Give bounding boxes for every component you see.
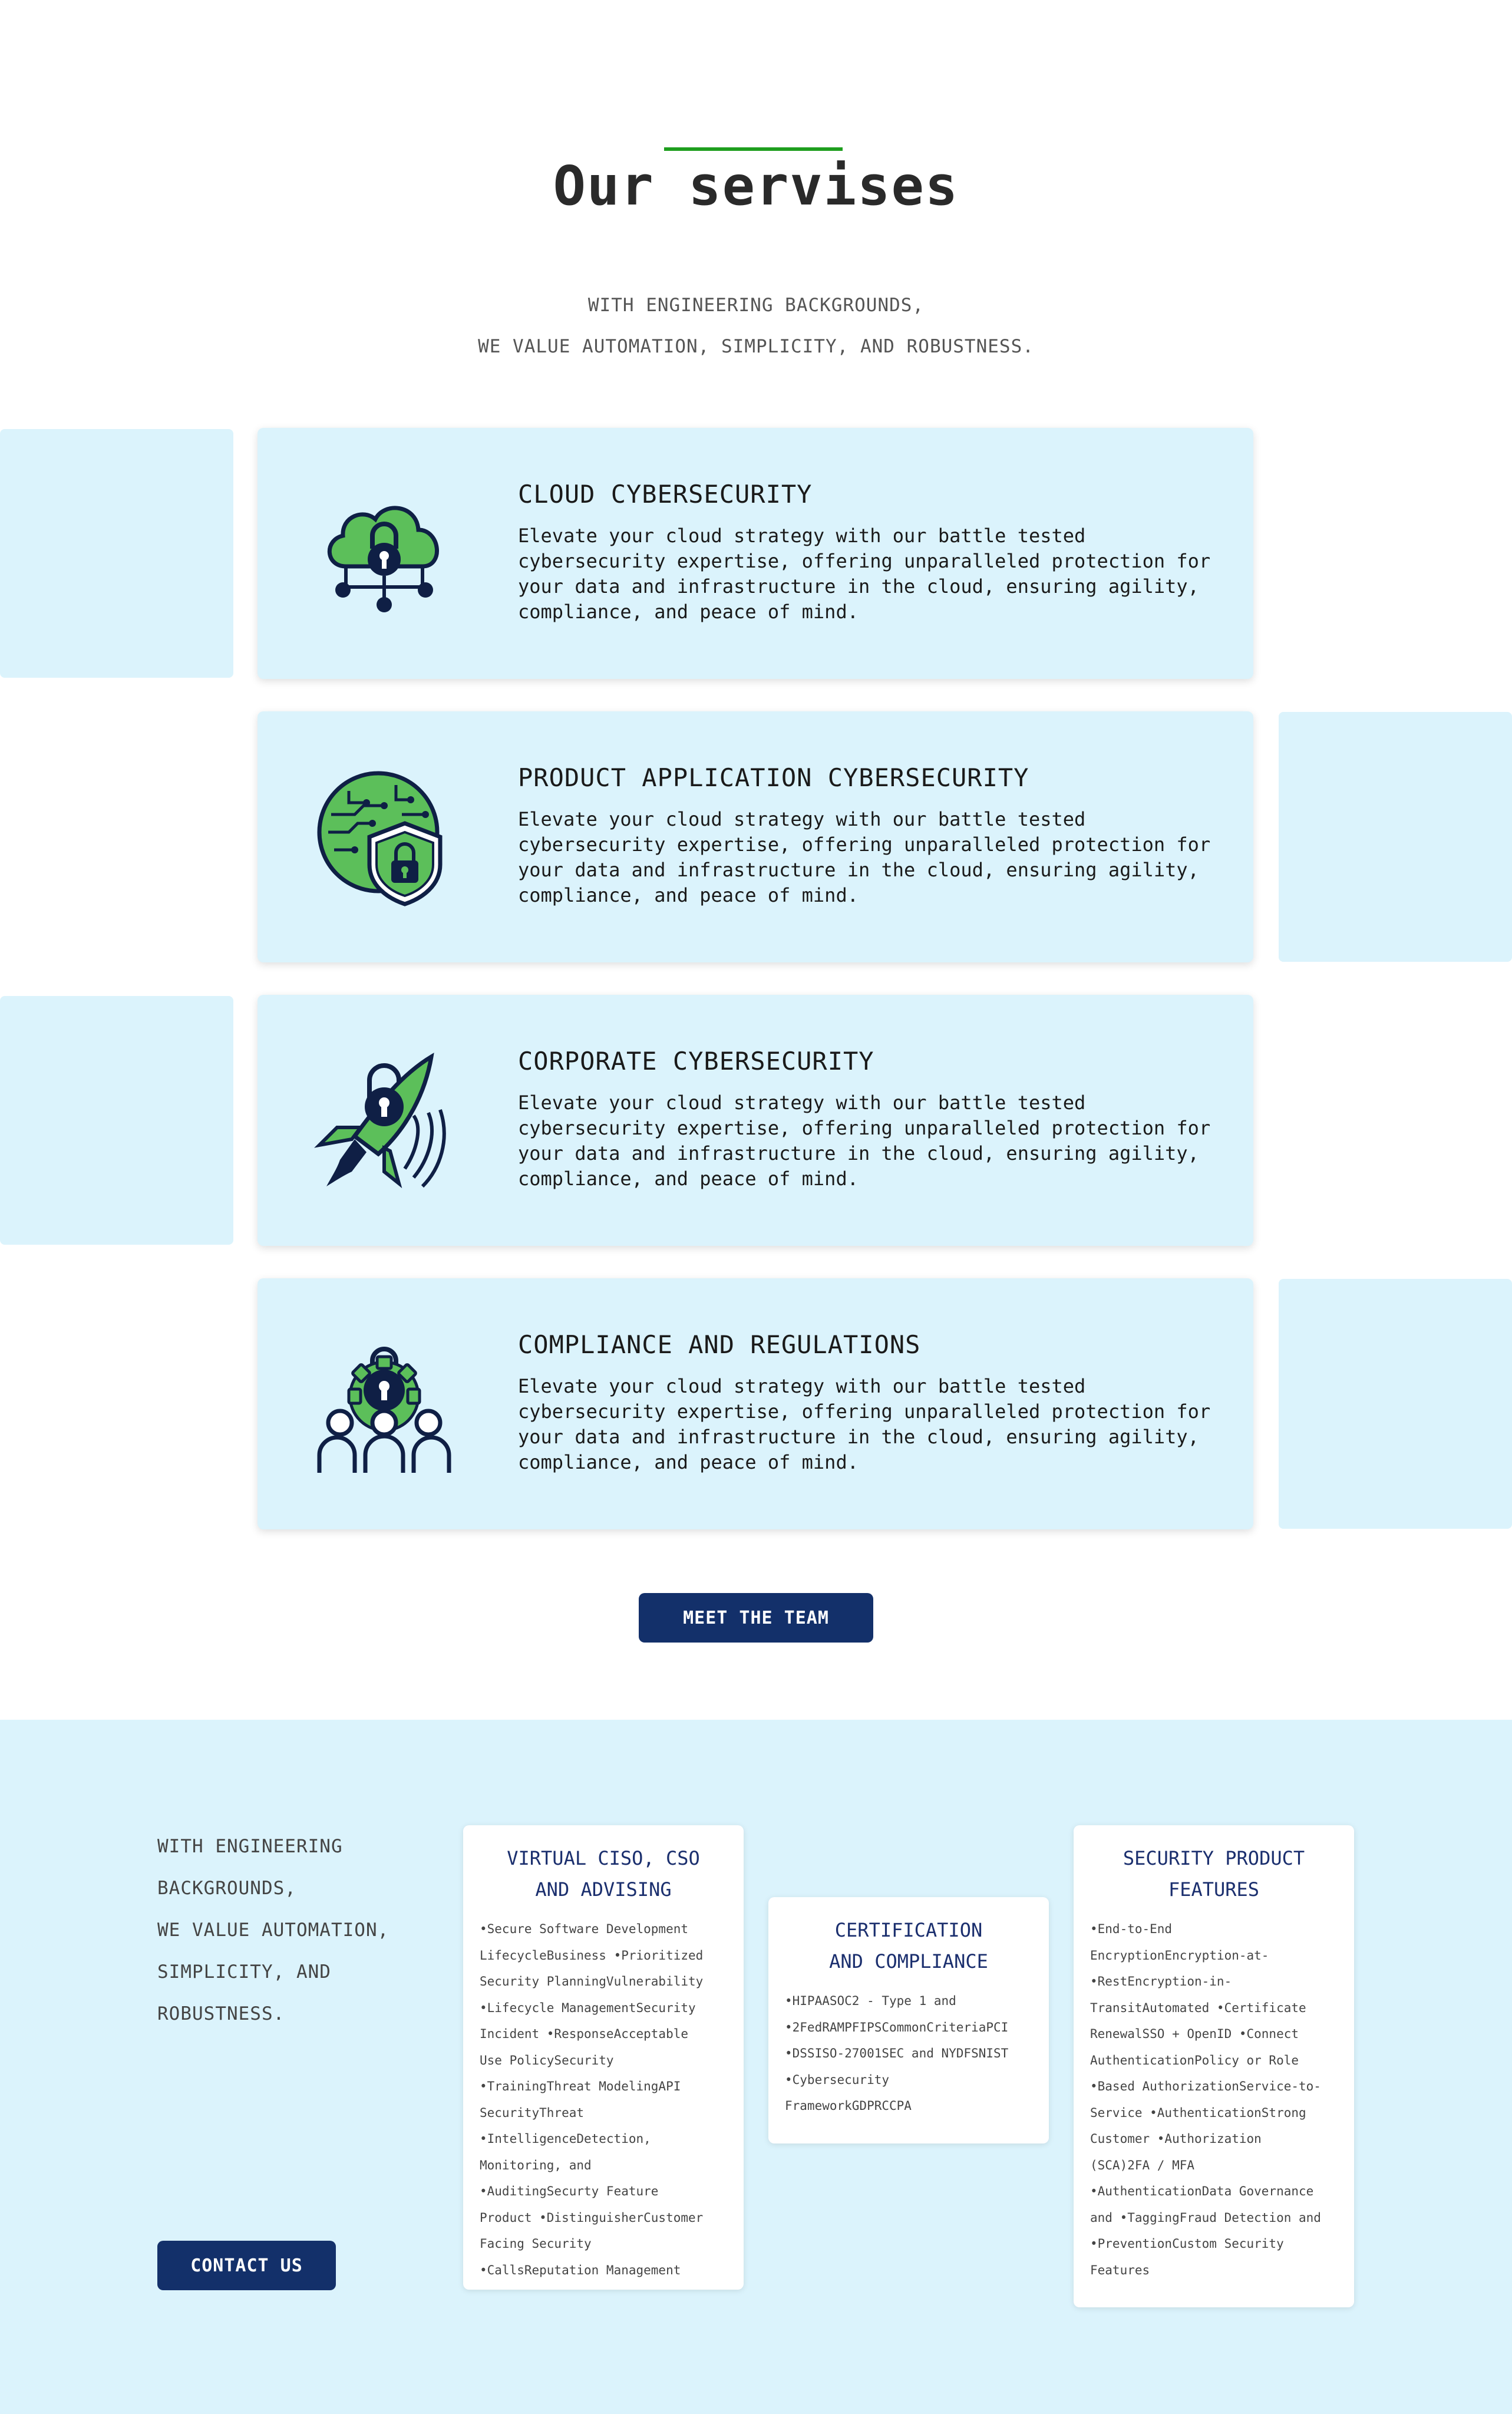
decor-block-left-1 — [0, 429, 233, 678]
service-title: CORPORATE CYBERSECURITY — [518, 1047, 874, 1076]
service-card-compliance: COMPLIANCE AND REGULATIONS Elevate your … — [257, 1278, 1253, 1529]
decor-block-right-2 — [1279, 1279, 1512, 1529]
footer-card-item: •End-to-End — [1090, 1922, 1173, 1936]
footer-card-title-line: VIRTUAL CISO, CSO — [507, 1847, 700, 1869]
footer-card-item: Facing Security — [480, 2237, 592, 2251]
service-title: CLOUD CYBERSECURITY — [518, 480, 813, 509]
footer-card-list: •HIPAASOC2 - Type 1 and •2FedRAMPFIPSComm… — [785, 1988, 1032, 2119]
footer-tagline-line: WE VALUE AUTOMATION, — [157, 1920, 389, 1941]
footer-card-item: LifecycleBusiness •Prioritized — [480, 1948, 704, 1963]
footer-tagline-line: ROBUSTNESS. — [157, 2003, 285, 2024]
footer-card-item: Product •DistinguisherCustomer — [480, 2210, 704, 2225]
footer-card-item: AuthenticationPolicy or Role — [1090, 2053, 1299, 2067]
footer-card-item: •AuditingSecurty Feature — [480, 2184, 659, 2198]
footer-card-title-line: CERTIFICATION — [834, 1919, 983, 1941]
footer-card-title-line: AND ADVISING — [535, 1878, 672, 1901]
footer-card-item: (SCA)2FA / MFA — [1090, 2158, 1195, 2172]
footer-card-item: Incident •ResponseAcceptable — [480, 2027, 689, 2041]
footer-card-item: •Lifecycle ManagementSecurity — [480, 2000, 696, 2015]
footer-card-title: SECURITY PRODUCT FEATURES — [1090, 1843, 1338, 1905]
footer-card-item: •CallsReputation Management — [480, 2263, 681, 2277]
footer-card-item: •Based AuthorizationService-to- — [1090, 2079, 1321, 2093]
footer-card-item: FrameworkGDPRCCPA — [785, 2099, 912, 2113]
service-description: Elevate your cloud strategy with our bat… — [518, 1375, 1211, 1473]
cloud-lock-icon — [313, 484, 455, 625]
service-description: Elevate your cloud strategy with our bat… — [518, 808, 1211, 906]
footer-card-title-line: FEATURES — [1168, 1878, 1260, 1901]
footer-card-title: CERTIFICATION AND COMPLIANCE — [785, 1915, 1032, 1977]
footer-card-item: Features — [1090, 2263, 1150, 2277]
service-description: Elevate your cloud strategy with our bat… — [518, 1091, 1211, 1190]
footer-card-certification: CERTIFICATION AND COMPLIANCE •HIPAASOC2 … — [768, 1897, 1049, 2143]
footer-card-item: •2FedRAMPFIPSCommonCriteriaPCI — [785, 2020, 1009, 2034]
service-card-corporate: CORPORATE CYBERSECURITY Elevate your clo… — [257, 995, 1253, 1246]
footer-card-security-product: SECURITY PRODUCT FEATURES •End-to-End Enc… — [1074, 1825, 1354, 2307]
service-card-cloud: CLOUD CYBERSECURITY Elevate your cloud s… — [257, 428, 1253, 679]
subtitle-line-1: WITH ENGINEERING BACKGROUNDS, — [587, 295, 925, 316]
footer-card-item: •HIPAASOC2 - Type 1 and — [785, 1994, 956, 2008]
footer-tagline-line: WITH ENGINEERING — [157, 1836, 343, 1857]
footer-card-item: •TrainingThreat ModelingAPI — [480, 2079, 681, 2093]
footer-card-item: Security PlanningVulnerability — [480, 1974, 704, 1988]
footer-card-virtual-ciso: VIRTUAL CISO, CSO AND ADVISING •Secure S… — [463, 1825, 744, 2290]
footer-card-list: •End-to-End EncryptionEncryption-at- •Rest… — [1090, 1916, 1338, 2283]
team-gear-lock-icon — [313, 1334, 455, 1476]
footer-card-title-line: AND COMPLIANCE — [829, 1950, 988, 1973]
footer-card-title-line: SECURITY PRODUCT — [1123, 1847, 1305, 1869]
service-title: COMPLIANCE AND REGULATIONS — [518, 1330, 921, 1359]
title-accent-line — [664, 147, 843, 151]
footer-tagline-line: SIMPLICITY, AND — [157, 1961, 331, 1983]
footer-card-item: SecurityThreat — [480, 2105, 585, 2120]
contact-us-button[interactable]: CONTACT US — [157, 2241, 336, 2290]
footer-card-item: •IntelligenceDetection, — [480, 2132, 651, 2146]
footer-card-item: Use PolicySecurity — [480, 2053, 614, 2067]
footer-card-item: •Secure Software Development — [480, 1922, 689, 1936]
footer-card-item: •Cybersecurity — [785, 2072, 890, 2087]
service-card-product-application: PRODUCT APPLICATION CYBERSECURITY Elevat… — [257, 711, 1253, 962]
footer-card-list: •Secure Software Development LifecycleBus… — [480, 1916, 727, 2283]
meet-the-team-button[interactable]: MEET THE TEAM — [639, 1593, 873, 1643]
footer-card-title: VIRTUAL CISO, CSO AND ADVISING — [480, 1843, 727, 1905]
service-description: Elevate your cloud strategy with our bat… — [518, 525, 1211, 623]
footer-card-item: Service •AuthenticationStrong — [1090, 2105, 1306, 2120]
shield-lock-circuit-icon — [313, 767, 455, 909]
footer-card-item: Customer •Authorization — [1090, 2132, 1262, 2146]
page-title: Our servises — [553, 154, 959, 217]
service-title: PRODUCT APPLICATION CYBERSECURITY — [518, 763, 1029, 792]
subtitle-line-2: WE VALUE AUTOMATION, SIMPLICITY, AND ROB… — [478, 336, 1034, 357]
footer-card-item: •PreventionCustom Security — [1090, 2237, 1284, 2251]
footer-card-item: •AuthenticationData Governance — [1090, 2184, 1314, 2198]
footer-card-item: TransitAutomated •Certificate — [1090, 2000, 1306, 2015]
footer-card-item: RenewalSSO + OpenID •Connect — [1090, 2027, 1299, 2041]
footer-tagline-line: BACKGROUNDS, — [157, 1878, 296, 1899]
decor-block-right-1 — [1279, 712, 1512, 962]
footer-card-item: Monitoring, and — [480, 2158, 592, 2172]
footer-card-item: EncryptionEncryption-at- — [1090, 1948, 1269, 1963]
rocket-lock-icon — [313, 1051, 455, 1192]
footer-card-item: and •TaggingFraud Detection and — [1090, 2210, 1321, 2225]
decor-block-left-2 — [0, 996, 233, 1245]
footer-tagline: WITH ENGINEERING BACKGROUNDS, WE VALUE A… — [157, 1826, 405, 2035]
footer-card-item: •RestEncryption-in- — [1090, 1974, 1232, 1988]
footer-card-item: •DSSISO-27001SEC and NYDFSNIST — [785, 2046, 1009, 2060]
